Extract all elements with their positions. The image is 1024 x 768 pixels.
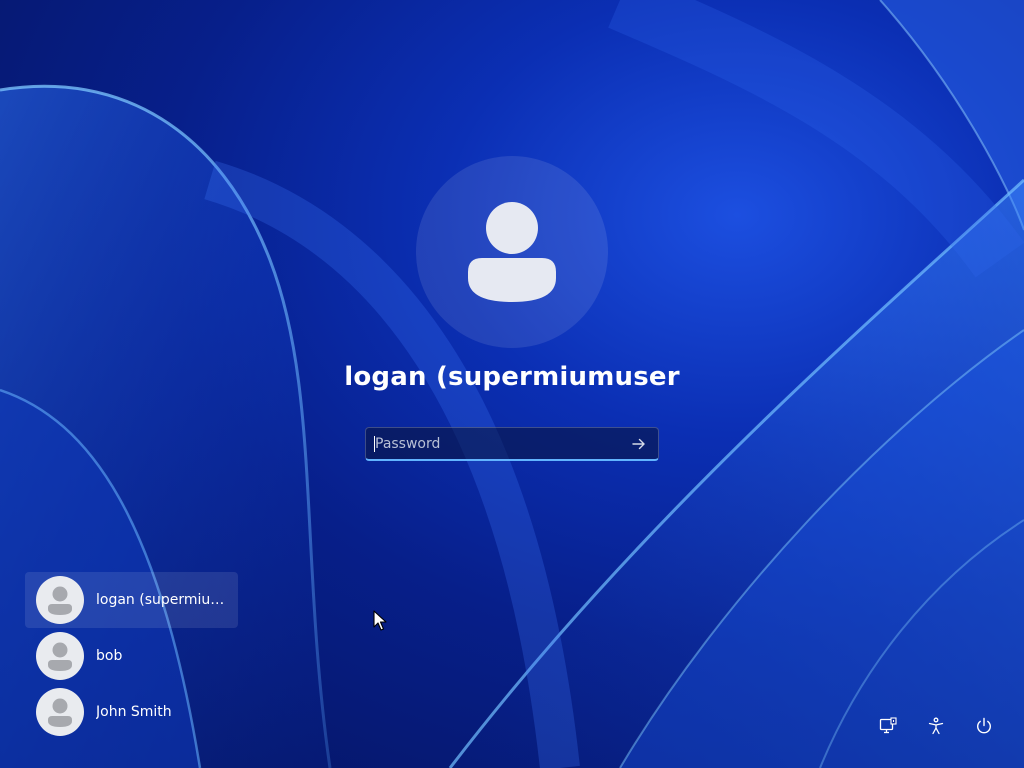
user-item-john-smith[interactable]: John Smith <box>25 684 238 740</box>
user-avatar-icon <box>48 586 72 615</box>
network-icon <box>879 717 897 734</box>
password-field-container[interactable] <box>365 427 659 461</box>
power-button[interactable] <box>968 710 1000 742</box>
user-avatar-small <box>36 688 84 736</box>
user-name-heading: logan (supermiumuser <box>344 362 680 392</box>
mouse-pointer-icon <box>373 610 387 631</box>
password-input[interactable] <box>366 428 616 459</box>
lock-screen: logan (supermiumuser logan (supermiumu..… <box>0 0 1024 768</box>
system-tray <box>872 710 1000 742</box>
power-icon <box>977 717 991 734</box>
user-switcher-list: logan (supermiumu... bob John Smith <box>25 572 238 740</box>
user-item-label: John Smith <box>96 704 172 720</box>
user-avatar-large <box>416 156 608 348</box>
user-item-label: bob <box>96 648 123 664</box>
accessibility-icon <box>928 717 944 735</box>
user-avatar-icon <box>48 698 72 727</box>
submit-arrow-button[interactable] <box>626 431 652 456</box>
network-button[interactable] <box>872 710 904 742</box>
user-avatar-small <box>36 632 84 680</box>
user-item-bob[interactable]: bob <box>25 628 238 684</box>
text-caret <box>374 436 375 452</box>
user-avatar-small <box>36 576 84 624</box>
user-avatar-icon <box>48 642 72 671</box>
user-item-logan[interactable]: logan (supermiumu... <box>25 572 238 628</box>
arrow-right-icon <box>632 438 645 449</box>
user-avatar-icon <box>468 202 556 302</box>
accessibility-button[interactable] <box>920 710 952 742</box>
user-item-label: logan (supermiumu... <box>96 592 230 608</box>
